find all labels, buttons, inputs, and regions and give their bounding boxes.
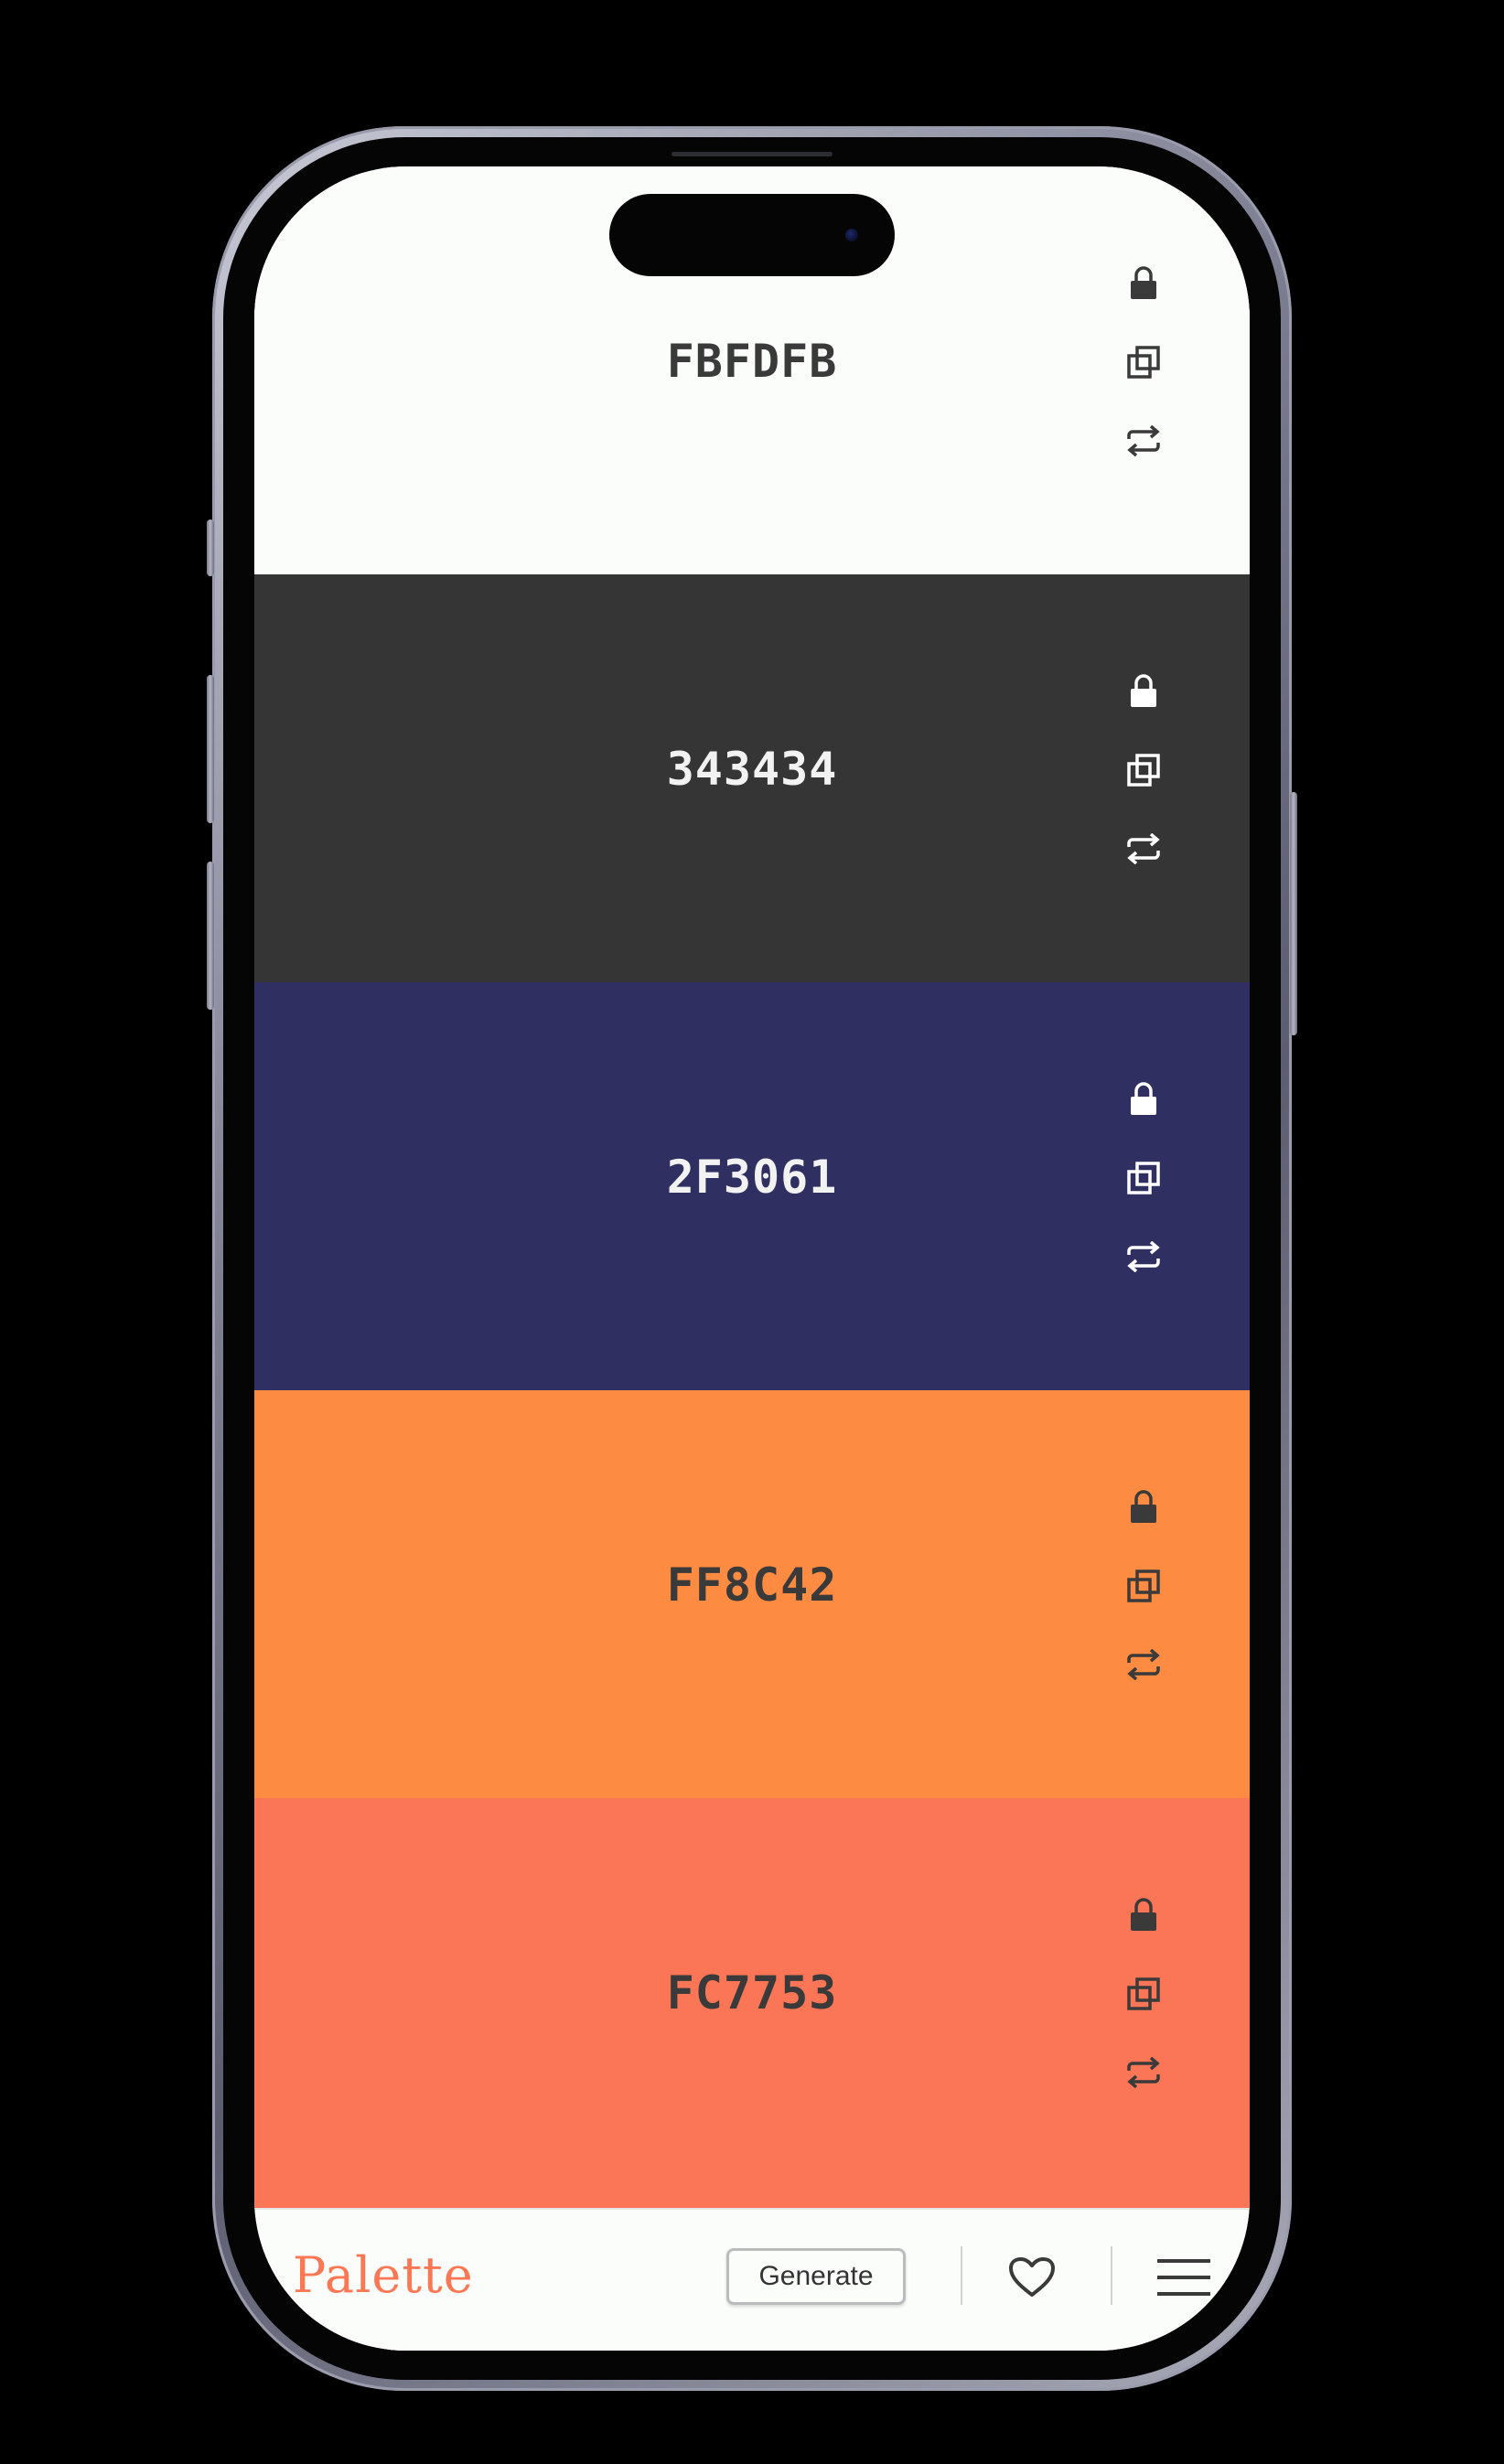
hex-code-label[interactable]: FF8C42 [254,1559,1250,1612]
swap-icon[interactable] [1122,419,1166,463]
toolbar-divider [961,2246,962,2305]
hex-code-label[interactable]: FBFDFB [254,335,1250,388]
color-swatch[interactable]: FF8C42 [254,1390,1250,1798]
hex-code-label[interactable]: 343434 [254,743,1250,796]
earpiece [671,152,833,156]
copy-icon[interactable] [1122,1156,1166,1200]
swap-icon[interactable] [1122,1643,1166,1687]
silent-switch [207,520,214,576]
lock-icon[interactable] [1122,1893,1166,1937]
hamburger-menu-icon[interactable] [1156,2250,1211,2305]
hex-code-label[interactable]: 2F3061 [254,1151,1250,1204]
lock-icon[interactable] [1122,1077,1166,1121]
heart-icon[interactable] [1004,2250,1059,2305]
color-swatch[interactable]: 2F3061 [254,982,1250,1390]
lock-icon[interactable] [1122,670,1166,713]
copy-icon[interactable] [1122,1564,1166,1608]
bottom-toolbar: Palette Generate [254,2208,1250,2351]
color-swatch[interactable]: FC7753 [254,1798,1250,2208]
copy-icon[interactable] [1122,340,1166,384]
hex-code-label[interactable]: FC7753 [254,1966,1250,2019]
copy-icon[interactable] [1122,1972,1166,2016]
lock-icon[interactable] [1122,1485,1166,1529]
swap-icon[interactable] [1122,2051,1166,2094]
front-camera [845,229,858,241]
swap-icon[interactable] [1122,827,1166,871]
app-screen: FBFDFB 343434 2F3061 FF8C42 FC7753 Palet… [254,166,1250,2351]
swap-icon[interactable] [1122,1235,1166,1279]
lock-icon[interactable] [1122,262,1166,305]
power-button [1290,792,1297,1035]
volume-up-button [207,675,214,823]
dynamic-island [609,194,895,276]
generate-button[interactable]: Generate [726,2248,906,2305]
color-swatch[interactable]: 343434 [254,574,1250,982]
device-stage: FBFDFB 343434 2F3061 FF8C42 FC7753 Palet… [0,0,1504,2464]
volume-down-button [207,862,214,1010]
copy-icon[interactable] [1122,748,1166,792]
toolbar-divider [1111,2246,1112,2305]
app-brand-logo[interactable]: Palette [293,2246,474,2304]
